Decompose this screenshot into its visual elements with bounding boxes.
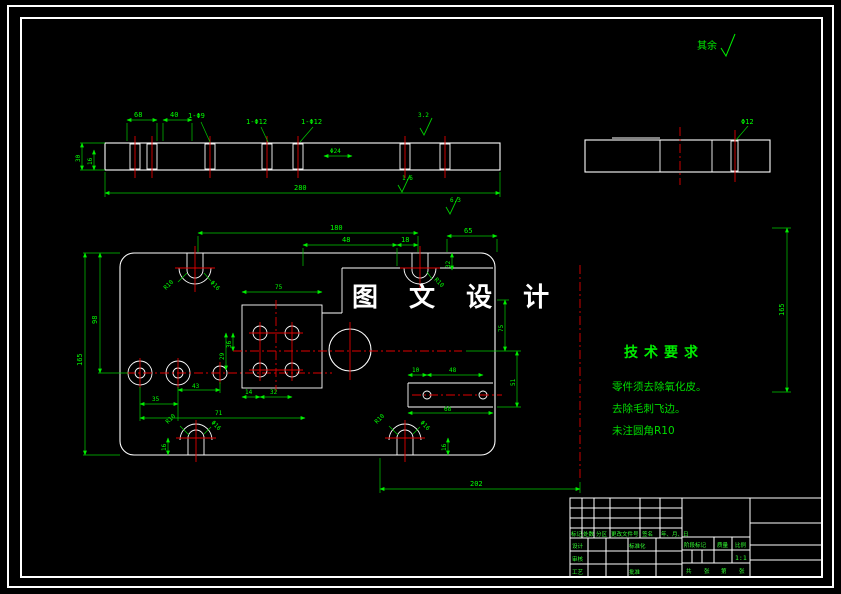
tb-role-approve: 批准 (629, 568, 641, 576)
dim-label: 98 (91, 316, 99, 324)
watermark-text: 图 文 设 计 (352, 282, 560, 313)
dim-label: Φ24 (330, 148, 341, 155)
plan-view: R10 Φ16 R10 R10 Φ16 16 R10 Φ16 16 10 48 … (76, 224, 521, 462)
dim-label: Φ12 (741, 118, 754, 126)
tb-sheet-word: 张 (704, 567, 710, 575)
plan-dimensions-square: 75 36 29 14 32 (219, 284, 323, 399)
dim-label: Φ16 (210, 419, 223, 432)
tb-scale-value: 1:1 (735, 554, 747, 562)
tb-role-check: 审核 (572, 555, 584, 563)
tech-requirement-item: 未注圆角R10 (612, 424, 675, 437)
section-hole (660, 141, 712, 171)
dim-label: 75 (498, 324, 505, 332)
dim-label: 16 (441, 443, 448, 451)
plan-dimensions-right: 75 51 (466, 299, 521, 408)
square-pocket (241, 300, 323, 392)
tb-role-standard: 标准化 (629, 542, 646, 550)
dim-label: 43 (192, 383, 200, 390)
dim-label: 202 (470, 480, 483, 488)
surface-note-text: 其余 (697, 39, 717, 52)
dim-label: 165 (778, 303, 786, 316)
dim-label: 48 (342, 236, 350, 244)
tb-rev-header: 更改文件号 (611, 530, 639, 538)
cad-drawing: 其余 68 40 1-Φ9 1-Φ12 1-Φ12 Φ24 3.2 1.6 6.… (7, 5, 834, 588)
dim-label: 51 (510, 378, 517, 386)
dim-label: 1-Φ9 (188, 112, 205, 120)
roughness-label: 3.2 (418, 112, 429, 119)
dim-label: 75 (275, 284, 283, 291)
tb-rev-header: 分区 (596, 530, 608, 538)
dim-label: Φ16 (419, 419, 432, 432)
dim-label: 32 (270, 389, 278, 396)
tb-rev-header: 处数 (583, 530, 595, 538)
tb-field-weight: 质量 (717, 541, 729, 549)
dim-label: 16 (87, 157, 94, 165)
right-dimension: 165 (772, 227, 791, 393)
tech-requirement-item: 零件须去除氧化皮。 (612, 380, 707, 393)
dim-label: 40 (170, 111, 178, 119)
dim-label: 71 (215, 410, 223, 417)
dim-label: 36 (226, 340, 233, 348)
holes-left (126, 358, 332, 388)
roughness-check-icon (419, 117, 433, 136)
dim-label: Φ16 (209, 279, 222, 292)
tb-rev-header: 标记 (571, 530, 583, 538)
dim-label: 32 (445, 260, 452, 268)
tech-requirement-item: 去除毛刺飞边。 (612, 402, 686, 415)
tech-requirements: 技术要求 零件须去除氧化皮。 去除毛刺飞边。 未注圆角R10 (612, 344, 707, 437)
roughness-label: 6.3 (450, 197, 461, 204)
roughness-check-icon (720, 33, 736, 58)
tb-field-stage: 阶段标记 (684, 541, 707, 549)
section-slots (129, 143, 451, 170)
section-centerlines (134, 136, 446, 178)
cad-canvas: 其余 68 40 1-Φ9 1-Φ12 1-Φ12 Φ24 3.2 1.6 6.… (0, 0, 841, 594)
dim-label: 180 (330, 224, 343, 232)
dim-label: 48 (449, 367, 457, 374)
tech-requirements-title: 技术要求 (624, 344, 704, 361)
dim-label: 65 (464, 227, 472, 235)
dim-label: 165 (76, 353, 84, 366)
tb-sheet-word: 共 (686, 567, 692, 575)
tb-role-process: 工艺 (572, 569, 584, 576)
dim-label: 280 (294, 184, 307, 192)
dim-label: 29 (219, 352, 226, 360)
dim-label: 14 (245, 389, 253, 396)
dim-label: 16 (161, 443, 168, 451)
tb-sheet-word: 张 (739, 567, 745, 575)
dim-label: 30 (75, 154, 82, 162)
large-hole (233, 322, 462, 380)
dim-label: 68 (134, 111, 142, 119)
dim-label: R10 (373, 413, 386, 426)
dim-label: R10 (162, 279, 175, 292)
section-view-side: Φ12 (584, 118, 771, 185)
tb-field-scale: 比例 (735, 541, 747, 549)
dim-label: 35 (152, 396, 160, 403)
dim-label: 10 (412, 367, 420, 374)
dim-label: 68 (444, 406, 452, 413)
right-cutout: 10 48 68 (407, 367, 502, 415)
dim-label: 18 (401, 236, 409, 244)
dim-label: 1-Φ12 (301, 118, 322, 126)
section-view-top: 68 40 1-Φ9 1-Φ12 1-Φ12 Φ24 3.2 1.6 6.3 3… (75, 111, 501, 215)
roughness-label: 1.6 (402, 175, 413, 182)
surface-finish-note: 其余 (697, 33, 736, 58)
title-block: 标记 处数 分区 更改文件号 签名 年、月、日 设计 标准化 审核 工艺 批准 … (569, 497, 823, 578)
tb-sheet-word: 第 (721, 567, 727, 575)
tb-rev-header: 签名 (642, 530, 653, 538)
plan-dimensions-top: 180 48 18 65 32 (197, 224, 498, 271)
tb-rev-header: 年、月、日 (661, 530, 689, 538)
dim-label: 1-Φ12 (246, 118, 267, 126)
bottom-dimension: 202 (379, 458, 581, 493)
dim-label: R10 (164, 413, 177, 426)
tb-role-design: 设计 (572, 542, 584, 550)
